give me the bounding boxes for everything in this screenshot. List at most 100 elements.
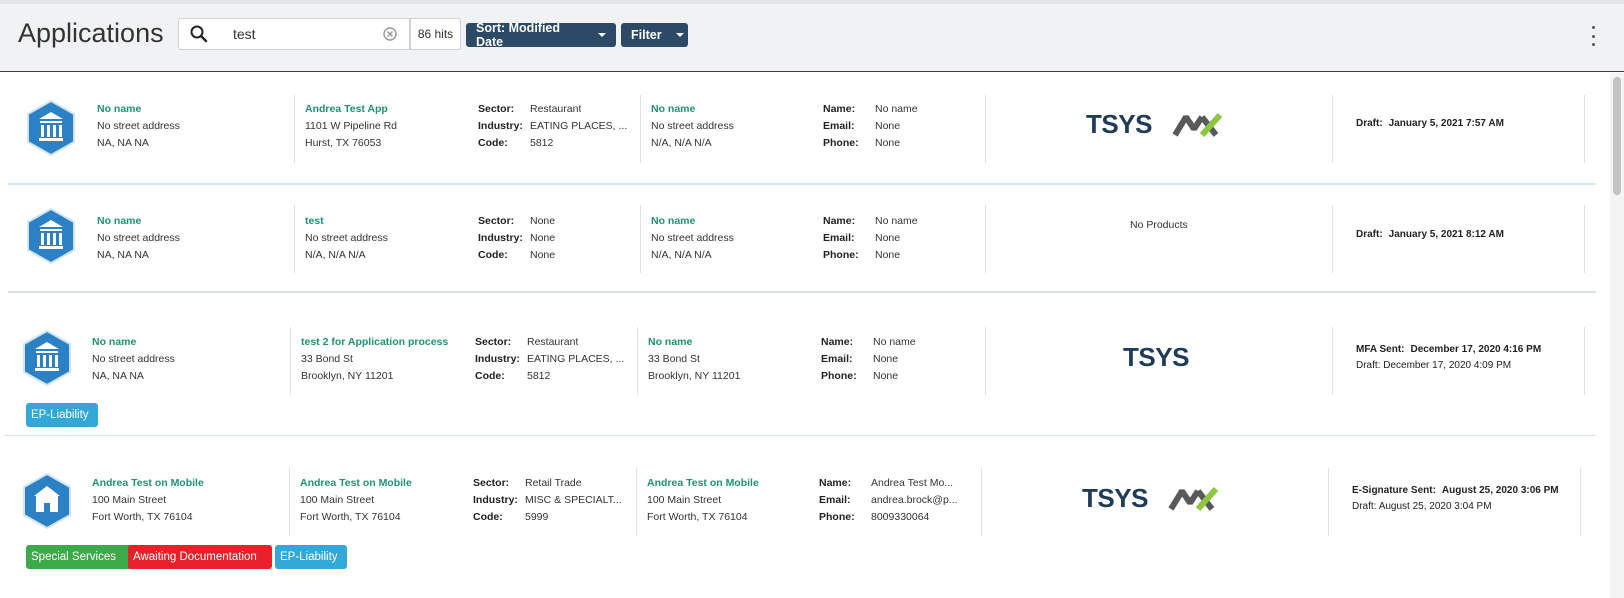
location-city: N/A, N/A N/A [651,249,712,261]
industry-value: MISC & SPECIALT... [525,494,622,506]
building-icon [27,207,75,265]
column-divider [1328,468,1329,536]
application-street: No street address [305,232,388,244]
merchant-street: No street address [97,120,180,132]
name-label: Name: [823,103,856,115]
contact-name: No name [875,103,918,115]
tag-ep-liability[interactable]: EP-Liability [275,545,347,569]
phone-label: Phone: [823,249,859,261]
contact-phone: None [873,370,899,382]
filter-label: Filter [631,28,662,42]
search-button[interactable] [178,18,220,50]
tsys-logo: TSYS [1082,483,1148,513]
name-label: Name: [823,215,856,227]
code-label: Code: [475,370,505,382]
contact-info: Name: No name Email: None Phone: None [823,213,973,264]
application-name[interactable]: Andrea Test on Mobile [300,475,470,492]
status-date: January 5, 2021 8:12 AM [1388,229,1504,240]
status-label: E-Signature Sent: [1352,485,1436,496]
application-city: Brooklyn, NY 11201 [301,370,394,382]
page-header: Applications 86 hits Sort: Modified Date… [0,0,1624,72]
application-row[interactable]: No name No street address NA, NA NA test… [0,185,1600,291]
application-name[interactable]: Andrea Test App [305,101,465,118]
industry-info: Sector: Retail Trade Industry: MISC & SPEC… [473,475,633,526]
merchant-city: NA, NA NA [97,137,149,149]
merchant-name[interactable]: No name [97,101,287,118]
industry-label: Industry: [478,232,523,244]
clear-search-icon[interactable] [383,27,397,41]
contact-name: No name [873,336,916,348]
search-input[interactable] [219,18,410,50]
application-row[interactable]: Andrea Test on Mobile 100 Main Street Fo… [0,446,1600,598]
location-info: Andrea Test on Mobile 100 Main Street Fo… [647,475,817,526]
application-city: N/A, N/A N/A [305,249,366,261]
merchant-name[interactable]: No name [92,334,282,351]
location-street: 33 Bond St [648,353,700,365]
merchant-city: NA, NA NA [92,370,144,382]
merchant-name[interactable]: Andrea Test on Mobile [92,475,282,492]
application-row[interactable]: No name No street address NA, NA NA test… [0,293,1600,435]
chevron-down-icon [675,33,684,37]
application-row[interactable]: No name No street address NA, NA NA Andr… [0,73,1600,183]
merchant-name[interactable]: No name [97,213,287,230]
tag-ep-liability[interactable]: EP-Liability [26,403,98,427]
sector-value: None [530,215,556,227]
column-divider [1332,205,1333,273]
scrollbar-thumb[interactable] [1613,77,1621,195]
industry-label: Industry: [473,494,518,506]
status-sub-date: December 17, 2020 4:09 PM [1383,360,1512,371]
contact-email: None [875,120,901,132]
application-info: Andrea Test App 1101 W Pipeline Rd Hurst… [305,101,465,152]
location-name[interactable]: No name [651,101,811,118]
contact-name: No name [875,215,918,227]
more-options-icon[interactable] [1590,26,1596,46]
column-divider [1584,205,1585,273]
tsys-logo: TSYS [1086,109,1152,139]
mx-logo [1172,112,1223,137]
contact-phone: 8009330064 [871,511,930,523]
column-divider [290,327,291,395]
contact-email: andrea.brock@p... [871,494,958,506]
location-name[interactable]: No name [648,334,808,351]
filter-dropdown-button[interactable]: Filter [621,23,688,47]
merchant-info: No name No street address NA, NA NA [97,101,287,152]
applications-list: No name No street address NA, NA NA Andr… [0,73,1610,598]
column-divider [1584,327,1585,395]
no-products-text: No Products [1130,219,1188,231]
column-divider [289,468,290,536]
code-value: 5999 [525,511,549,523]
contact-info: Name: No name Email: None Phone: None [821,334,971,385]
email-label: Email: [819,494,851,506]
sector-value: Retail Trade [525,477,582,489]
application-name[interactable]: test [305,213,465,230]
industry-info: Sector: Restaurant Industry: EATING PLACES… [475,334,635,385]
industry-info: Sector: Restaurant Industry: EATING PLACES… [478,101,638,152]
status-label: Draft: [1356,229,1383,240]
code-label: Code: [473,511,503,523]
tsys-logo: TSYS [1123,342,1189,372]
merchant-city: NA, NA NA [97,249,149,261]
building-icon [23,329,71,387]
status-info: E-Signature Sent: August 25, 2020 3:06 PM… [1352,483,1582,515]
contact-email: None [875,232,901,244]
industry-label: Industry: [475,353,520,365]
status-date: August 25, 2020 3:06 PM [1441,485,1559,496]
code-value: 5812 [527,370,551,382]
location-name[interactable]: Andrea Test on Mobile [647,475,817,492]
column-divider [981,468,982,536]
sort-dropdown-button[interactable]: Sort: Modified Date [466,21,616,49]
scrollbar[interactable] [1610,73,1624,598]
industry-value: EATING PLACES, ... [527,353,625,365]
email-label: Email: [823,120,855,132]
code-value: 5812 [530,137,554,149]
column-divider [640,205,641,273]
application-name[interactable]: test 2 for Application process [301,334,471,351]
merchant-street: 100 Main Street [92,494,167,506]
sector-label: Sector: [478,103,515,115]
tag-awaiting-documentation[interactable]: Awaiting Documentation [128,545,272,569]
application-street: 100 Main Street [300,494,375,506]
location-street: No street address [651,120,734,132]
location-info: No name No street address N/A, N/A N/A [651,213,811,264]
sector-value: Restaurant [527,336,579,348]
location-name[interactable]: No name [651,213,811,230]
